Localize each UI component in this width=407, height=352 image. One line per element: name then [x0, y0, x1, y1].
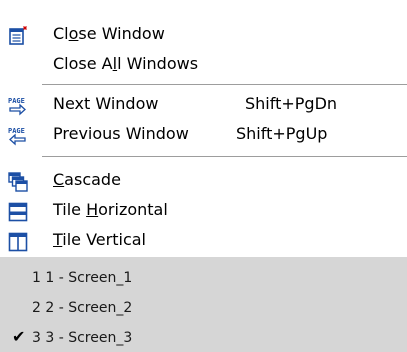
close-all-windows-label: Close All Windows [53, 54, 199, 73]
tile-vertical-icon [8, 232, 28, 252]
close-window-item[interactable]: Close Window [0, 20, 407, 49]
window-item-screen-1[interactable]: 1 1 - Screen_1 [0, 263, 407, 292]
window-item-screen-3[interactable]: ✔ 3 3 - Screen_3 [0, 323, 407, 352]
cascade-item[interactable]: Cascade [0, 166, 407, 195]
previous-window-shortcut: Shift+PgUp [236, 124, 328, 143]
window-menu: Close Window Close All Windows PAGE Next… [0, 0, 407, 352]
tile-vertical-item[interactable]: Tile Vertical [0, 226, 407, 255]
cascade-icon [8, 172, 28, 192]
window-item-label: 3 3 - Screen_3 [32, 330, 133, 346]
close-all-windows-item[interactable]: Close All Windows [0, 50, 407, 79]
previous-window-label: Previous Window [53, 124, 189, 143]
cascade-label: Cascade [53, 170, 121, 189]
next-page-icon: PAGE [8, 96, 28, 116]
next-window-label: Next Window [53, 94, 159, 113]
open-windows-list: 1 1 - Screen_1 2 2 - Screen_2 ✔ 3 3 - Sc… [0, 257, 407, 352]
window-item-label: 2 2 - Screen_2 [32, 300, 133, 316]
next-window-shortcut: Shift+PgDn [245, 94, 338, 113]
close-window-icon [8, 26, 28, 46]
check-icon: ✔ [12, 327, 26, 346]
window-item-label: 1 1 - Screen_1 [32, 270, 133, 286]
separator [42, 84, 407, 86]
tile-horizontal-icon [8, 202, 28, 222]
separator [42, 156, 407, 158]
previous-window-item[interactable]: PAGE Previous Window Shift+PgUp [0, 120, 407, 149]
window-item-screen-2[interactable]: 2 2 - Screen_2 [0, 293, 407, 322]
svg-text:PAGE: PAGE [8, 127, 25, 135]
tile-vertical-label: Tile Vertical [53, 230, 146, 249]
tile-horizontal-label: Tile Horizontal [53, 200, 168, 219]
tile-horizontal-item[interactable]: Tile Horizontal [0, 196, 407, 225]
close-window-label: Close Window [53, 24, 165, 43]
svg-text:PAGE: PAGE [8, 97, 25, 105]
next-window-item[interactable]: PAGE Next Window Shift+PgDn [0, 90, 407, 119]
previous-page-icon: PAGE [8, 126, 28, 146]
